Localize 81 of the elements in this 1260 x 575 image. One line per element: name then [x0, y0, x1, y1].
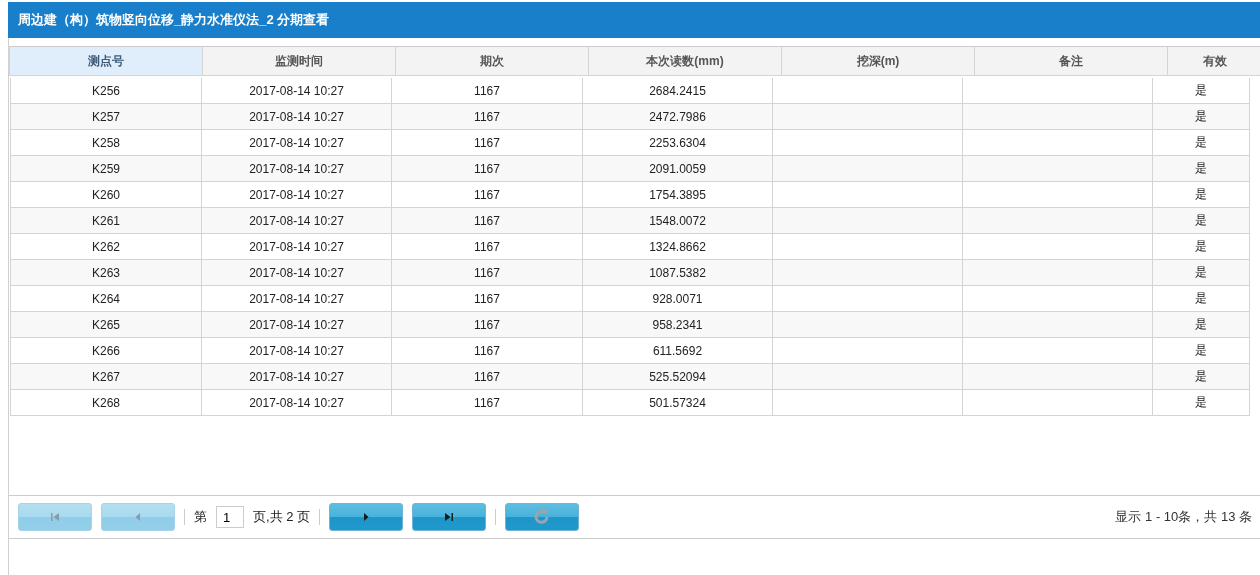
table-cell: 是: [1152, 155, 1250, 182]
table-cell: K260: [10, 181, 202, 208]
table-cell: 928.0071: [582, 285, 773, 312]
table-cell: 1548.0072: [582, 207, 773, 234]
table-cell: 2017-08-14 10:27: [201, 103, 392, 130]
table-cell: K259: [10, 155, 202, 182]
table-cell: 958.2341: [582, 311, 773, 338]
table-cell: 2017-08-14 10:27: [201, 181, 392, 208]
table-cell: K265: [10, 311, 202, 338]
table-cell: 1167: [391, 233, 583, 260]
table-cell: 1167: [391, 181, 583, 208]
table-cell: 1167: [391, 285, 583, 312]
page-input[interactable]: 1: [216, 506, 244, 528]
table-cell: 2017-08-14 10:27: [201, 389, 392, 416]
table-cell: 是: [1152, 207, 1250, 234]
table-cell: 是: [1152, 233, 1250, 260]
table-cell: 1167: [391, 337, 583, 364]
table-cell: K262: [10, 233, 202, 260]
table-cell: 2017-08-14 10:27: [201, 337, 392, 364]
table-cell: K267: [10, 363, 202, 390]
table-cell: 2017-08-14 10:27: [201, 259, 392, 286]
table-cell: 2017-08-14 10:27: [201, 285, 392, 312]
table-cell: 525.52094: [582, 363, 773, 390]
table-cell: 2017-08-14 10:27: [201, 363, 392, 390]
table-cell: K266: [10, 337, 202, 364]
table-cell: 1324.8662: [582, 233, 773, 260]
table-cell: 是: [1152, 259, 1250, 286]
table-cell: 是: [1152, 285, 1250, 312]
table-cell: 是: [1152, 337, 1250, 364]
page-count-label: 页,共 2 页: [253, 508, 311, 526]
table-cell: 是: [1152, 389, 1250, 416]
table-cell: K256: [10, 78, 202, 104]
table-cell: 1167: [391, 389, 583, 416]
table-cell: 是: [1152, 103, 1250, 130]
first-page-icon: [49, 511, 61, 523]
table-cell: 是: [1152, 129, 1250, 156]
column-header[interactable]: 监测时间: [202, 47, 396, 76]
table-cell: 1167: [391, 311, 583, 338]
table-cell: K258: [10, 129, 202, 156]
column-header[interactable]: 挖深(m): [781, 47, 975, 76]
next-button[interactable]: [329, 503, 404, 531]
table-cell: 2017-08-14 10:27: [201, 207, 392, 234]
last-page-icon: [443, 511, 456, 523]
table-cell: 1167: [391, 103, 583, 130]
table-cell: 是: [1152, 311, 1250, 338]
table-cell: 2253.6304: [582, 129, 773, 156]
table-cell: 1167: [391, 259, 583, 286]
table-cell: 是: [1152, 78, 1250, 104]
table-cell: 1167: [391, 155, 583, 182]
column-header[interactable]: 期次: [395, 47, 589, 76]
last-button[interactable]: [412, 503, 487, 531]
table-cell: K261: [10, 207, 202, 234]
table-cell: 1754.3895: [582, 181, 773, 208]
window-title: 周边建（构）筑物竖向位移_静力水准仪法_2 分期查看: [8, 2, 1260, 38]
table-cell: 2017-08-14 10:27: [201, 129, 392, 156]
column-header[interactable]: 测点号: [9, 47, 203, 76]
column-header[interactable]: 备注: [974, 47, 1168, 76]
table-cell: K257: [10, 103, 202, 130]
table-cell: 611.5692: [582, 337, 773, 364]
page-label: 第: [194, 508, 207, 526]
table-cell: K263: [10, 259, 202, 286]
table-cell: 1087.5382: [582, 259, 773, 286]
table-cell: 1167: [391, 363, 583, 390]
table-cell: 2472.7986: [582, 103, 773, 130]
table-cell: 1167: [391, 207, 583, 234]
page-summary: 显示 1 - 10条，共 13 条: [1115, 508, 1252, 526]
table-cell: 是: [1152, 363, 1250, 390]
table-cell: 2017-08-14 10:27: [201, 78, 392, 104]
table-cell: K268: [10, 389, 202, 416]
column-header[interactable]: 本次读数(mm): [588, 47, 782, 76]
table-cell: 1167: [391, 129, 583, 156]
table-cell: 1167: [391, 78, 583, 104]
table-cell: 是: [1152, 181, 1250, 208]
table-cell: 2017-08-14 10:27: [201, 311, 392, 338]
table-cell: 2684.2415: [582, 78, 773, 104]
table-cell: 2017-08-14 10:27: [201, 233, 392, 260]
table-cell: 2017-08-14 10:27: [201, 155, 392, 182]
table-cell: 501.57324: [582, 389, 773, 416]
refresh-button[interactable]: [505, 503, 580, 531]
table-cell: K264: [10, 285, 202, 312]
table-cell: 2091.0059: [582, 155, 773, 182]
